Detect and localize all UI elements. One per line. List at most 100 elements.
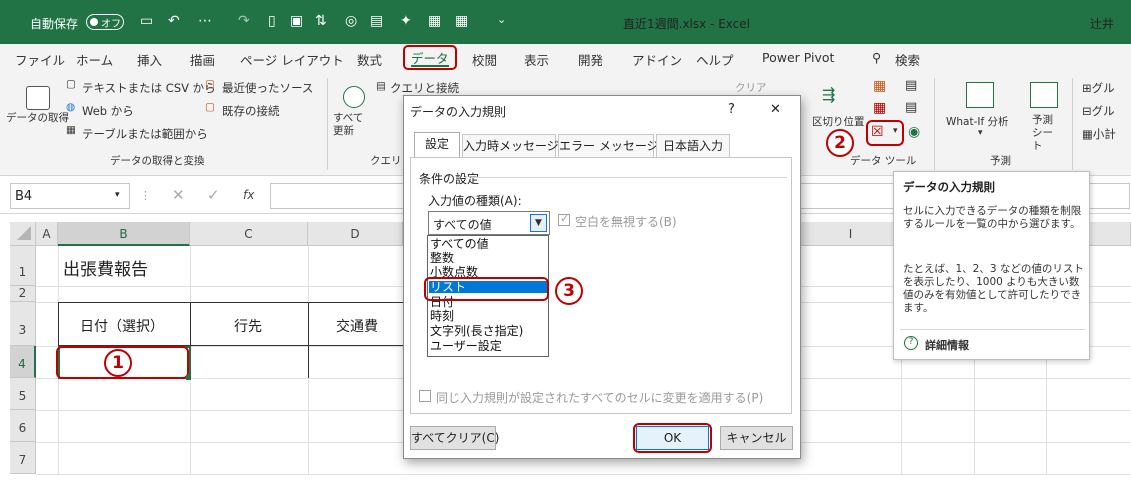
cell-c3-header[interactable]: 行先	[234, 316, 262, 336]
row-header-2[interactable]: 2	[10, 286, 36, 302]
option-time[interactable]: 時刻	[430, 310, 454, 322]
tab-power-pivot[interactable]: Power Pivot	[762, 50, 834, 65]
dialog-help-button[interactable]: ?	[728, 102, 735, 117]
tab-developer[interactable]: 開発	[578, 50, 603, 69]
tab-review[interactable]: 校閲	[472, 50, 497, 69]
new-file-icon[interactable]: ▯	[268, 13, 276, 29]
name-box-dropdown-icon[interactable]: ▾	[115, 190, 120, 200]
undo-icon[interactable]: ↶	[168, 13, 180, 29]
subtotal-button[interactable]: ▦小計	[1082, 126, 1116, 142]
option-any-value[interactable]: すべての値	[430, 238, 489, 250]
cell-b1-title[interactable]: 出張費報告	[63, 255, 148, 280]
confirm-entry-icon[interactable]: ✓	[207, 186, 220, 204]
tab-settings[interactable]: 設定	[414, 132, 460, 158]
row-header-4[interactable]: 4	[10, 346, 36, 378]
tab-draw[interactable]: 描画	[190, 50, 215, 69]
tab-error-message[interactable]: エラー メッセージ	[558, 134, 659, 158]
flash-fill-icon[interactable]: ▦	[873, 78, 886, 94]
spell-icon[interactable]: ✦	[400, 13, 412, 29]
from-text-csv-button[interactable]: テキストまたは CSV から	[82, 80, 216, 96]
database-icon[interactable]	[26, 86, 50, 110]
column-header-b[interactable]: B	[58, 222, 190, 246]
what-if-icon[interactable]	[966, 82, 994, 108]
insert-function-icon[interactable]: fx	[243, 188, 254, 202]
camera-icon[interactable]: ◎	[345, 13, 357, 29]
option-whole-number[interactable]: 整数	[430, 252, 454, 264]
search-box[interactable]: 検索	[895, 50, 920, 69]
clear-all-button[interactable]: すべてクリア(C)	[410, 426, 499, 450]
tab-page-layout[interactable]: ページ レイアウト	[240, 50, 344, 69]
existing-connections-icon: ▢	[205, 101, 215, 113]
border-icon[interactable]: ⋯	[198, 13, 212, 29]
ignore-blank-checkbox[interactable]: ✓	[558, 212, 570, 226]
group-label-forecast: 予測	[990, 155, 1011, 167]
row-header-3[interactable]: 3	[10, 302, 36, 346]
column-header-i[interactable]: I	[801, 222, 901, 246]
ungroup-button[interactable]: ⊟グル	[1082, 103, 1115, 119]
apply-all-checkbox[interactable]	[419, 390, 431, 402]
tab-ime[interactable]: 日本語入力	[656, 134, 730, 158]
tab-formulas[interactable]: 数式	[357, 50, 382, 69]
from-web-button[interactable]: Web から	[82, 103, 134, 119]
refresh-icon[interactable]	[343, 86, 365, 108]
redo-icon[interactable]: ↷	[238, 13, 250, 29]
page-setup-icon[interactable]: ▤	[370, 13, 383, 29]
autosave-toggle[interactable]: オフ	[86, 14, 124, 30]
search-icon[interactable]: ⚲	[872, 50, 881, 65]
row-header-5[interactable]: 5	[10, 378, 36, 410]
forecast-sheet-button[interactable]: 予測シート	[1032, 114, 1060, 153]
customize-qat-icon[interactable]: ⌄	[497, 13, 506, 26]
group-button[interactable]: ⊞グル	[1082, 80, 1115, 96]
chevron-down-icon[interactable]: ▼	[530, 214, 547, 232]
recent-sources-button[interactable]: 最近使ったソース	[222, 80, 313, 96]
what-if-analysis-button[interactable]: What-If 分析	[946, 114, 1009, 129]
data-model-icon[interactable]: ◉	[908, 124, 920, 140]
data-validation-dropdown-icon[interactable]: ▾	[893, 126, 898, 136]
more-info-link[interactable]: 詳細情報	[925, 337, 969, 353]
sort-icon[interactable]: ⇅	[315, 13, 327, 29]
help-icon[interactable]: ?	[904, 336, 918, 350]
row-header-7[interactable]: 7	[10, 442, 36, 474]
existing-connections-button[interactable]: 既存の接続	[222, 103, 280, 119]
tab-file[interactable]: ファイル	[15, 50, 65, 69]
table-icon[interactable]: ▦	[428, 13, 441, 29]
tab-input-message[interactable]: 入力時メッセージ	[462, 134, 559, 158]
get-data-button[interactable]: データの取得	[6, 112, 72, 125]
tab-insert[interactable]: 挿入	[137, 50, 162, 69]
text-to-columns-button[interactable]: 区切り位置	[812, 114, 865, 129]
user-name[interactable]: 辻井	[1090, 15, 1114, 32]
column-header-d[interactable]: D	[308, 222, 403, 246]
tab-home[interactable]: ホーム	[76, 50, 113, 69]
save-icon[interactable]: ▭	[140, 13, 153, 29]
cancel-button[interactable]: キャンセル	[720, 426, 793, 450]
cell-b3-header[interactable]: 日付（選択）	[80, 316, 164, 336]
cell-d3-header[interactable]: 交通費	[336, 316, 378, 336]
column-header-a[interactable]: A	[36, 222, 58, 246]
row-header-6[interactable]: 6	[10, 410, 36, 442]
consolidate-icon[interactable]: ▤	[905, 78, 917, 93]
remove-duplicates-icon[interactable]: ▦	[873, 100, 886, 116]
tab-view[interactable]: 表示	[524, 50, 549, 69]
tab-help[interactable]: ヘルプ	[696, 50, 734, 69]
option-text-length[interactable]: 文字列(長さ指定)	[430, 325, 523, 337]
row-header-1[interactable]: 1	[10, 246, 36, 286]
data-validation-icon[interactable]: ☒	[871, 124, 884, 140]
relationships-icon[interactable]: ▤	[905, 100, 917, 115]
dialog-close-button[interactable]: ✕	[770, 102, 781, 117]
from-table-range-button[interactable]: テーブルまたは範囲から	[82, 126, 208, 142]
name-box[interactable]: B4 ▾	[10, 183, 130, 209]
tab-data[interactable]: データ	[403, 45, 457, 70]
select-all-corner[interactable]	[10, 222, 36, 246]
allow-type-select[interactable]: すべての値 ▼	[428, 211, 550, 235]
column-header-c[interactable]: C	[190, 222, 308, 246]
cancel-entry-icon[interactable]: ✕	[172, 186, 185, 204]
forecast-sheet-icon[interactable]	[1030, 82, 1058, 108]
grid-icon[interactable]: ▦	[455, 13, 468, 29]
option-custom[interactable]: ユーザー設定	[430, 340, 502, 352]
queries-connections-button[interactable]: クエリと接続	[390, 80, 459, 96]
tab-addins[interactable]: アドイン	[632, 50, 682, 69]
fill-handle[interactable]	[186, 375, 191, 380]
refresh-all-button[interactable]: すべて更新	[333, 112, 369, 138]
print-preview-icon[interactable]: ▣	[290, 13, 303, 29]
clear-filter-button[interactable]: クリア	[735, 80, 767, 95]
